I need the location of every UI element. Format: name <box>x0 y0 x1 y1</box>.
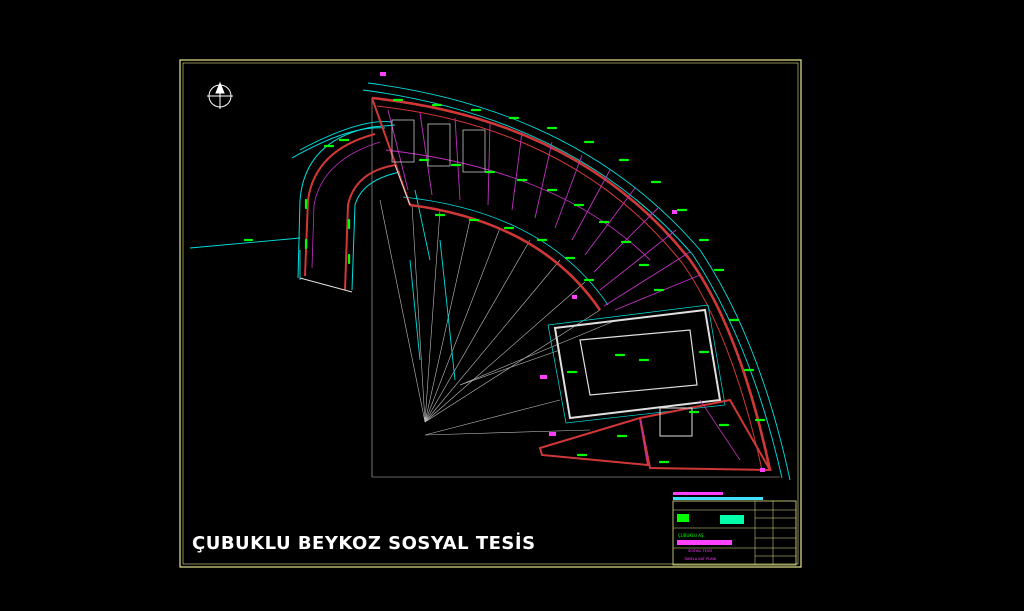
title-block-bar-top <box>673 492 723 495</box>
drawing-caption: ÇUBUKLU BEYKOZ SOSYAL TESİS <box>192 533 536 554</box>
lower-block <box>538 304 772 472</box>
title-block-project: ÇUBUKLU AŞ. <box>678 533 705 538</box>
title-block-sheet: SOSYAL TESİS <box>688 548 713 553</box>
sheet-frame <box>179 59 802 568</box>
title-block-bar-second <box>673 497 763 500</box>
left-wing <box>297 124 401 293</box>
north-arrow-icon <box>207 81 233 109</box>
title-block-sheet-sub: TABELA KAT PLANI <box>683 557 716 561</box>
cad-drawing-canvas[interactable]: ÇUBUKLU AŞ. SOSYAL TESİS TABELA KAT PLAN… <box>0 0 1024 611</box>
dimension-lines <box>189 82 791 481</box>
title-block: ÇUBUKLU AŞ. SOSYAL TESİS TABELA KAT PLAN… <box>672 492 797 566</box>
room-tags <box>380 72 765 472</box>
